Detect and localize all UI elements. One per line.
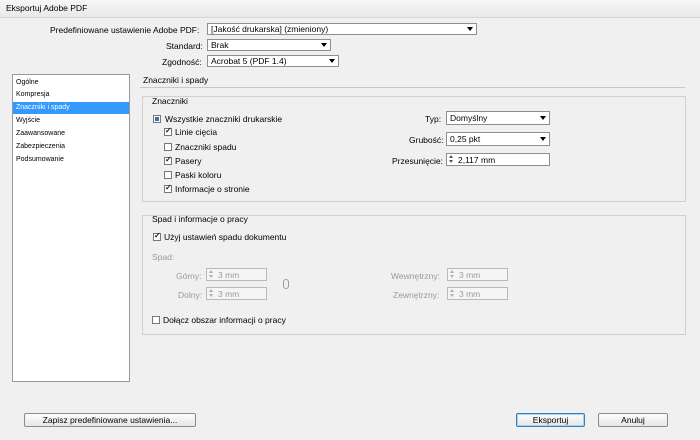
type-value: Domyślny (450, 113, 488, 123)
bleed-label: Spad: (152, 252, 175, 262)
offset-label: Przesunięcie: (392, 156, 444, 166)
bleed-group-title: Spad i informacje o pracy (152, 214, 248, 224)
inside-bleed-label: Wewnętrzny: (391, 271, 440, 281)
sidebar-item-summary[interactable]: Podsumowanie (13, 154, 129, 166)
weight-label: Grubość: (409, 135, 444, 145)
chevron-down-icon (540, 137, 546, 141)
all-marks-checkbox[interactable] (153, 115, 161, 123)
sidebar-item-compression[interactable]: Kompresja (13, 89, 129, 101)
crop-marks-checkbox[interactable] (164, 126, 172, 136)
panel-title: Znaczniki i spady (143, 75, 209, 85)
bottom-bleed-label: Dolny: (178, 290, 203, 300)
spinner-icon[interactable] (449, 289, 455, 298)
standard-label: Standard: (166, 41, 203, 51)
spinner-icon[interactable] (448, 155, 454, 164)
spinner-icon[interactable] (208, 270, 214, 279)
page-info-checkbox[interactable] (164, 183, 172, 193)
bleed-marks-label: Znaczniki spadu (175, 142, 237, 152)
color-bars-checkbox[interactable] (164, 171, 172, 179)
sidebar-item-advanced[interactable]: Zaawansowane (13, 128, 129, 140)
compat-dropdown[interactable]: Acrobat 5 (PDF 1.4) (207, 55, 339, 67)
bleed-marks-checkbox[interactable] (164, 143, 172, 151)
color-bars-label: Paski koloru (175, 170, 222, 180)
standard-value: Brak (211, 40, 229, 50)
spinner-icon[interactable] (449, 270, 455, 279)
outside-bleed-input[interactable]: 3 mm (447, 287, 508, 300)
standard-dropdown[interactable]: Brak (207, 39, 331, 51)
outside-bleed-label: Zewnętrzny: (393, 290, 440, 300)
category-list[interactable]: Ogólne Kompresja Znaczniki i spady Wyjśc… (12, 74, 130, 382)
compat-label: Zgodność: (162, 57, 202, 67)
slug-area-label: Dołącz obszar informacji o pracy (163, 315, 286, 325)
type-label: Typ: (425, 114, 442, 124)
marks-group-title: Znaczniki (152, 96, 188, 106)
chevron-down-icon (540, 116, 546, 120)
sidebar-item-output[interactable]: Wyjście (13, 115, 129, 127)
slug-area-checkbox[interactable] (152, 316, 160, 324)
top-bleed-value: 3 mm (218, 270, 240, 280)
type-dropdown[interactable]: Domyślny (446, 111, 550, 125)
weight-value: 0,25 pkt (450, 134, 481, 144)
use-doc-bleed-label: Użyj ustawień spadu dokumentu (164, 232, 287, 242)
window-title: Eksportuj Adobe PDF (6, 3, 88, 13)
top-bleed-label: Górny: (176, 271, 202, 281)
all-marks-label: Wszystkie znaczniki drukarskie (165, 114, 283, 124)
divider (140, 87, 685, 88)
offset-value: 2,117 mm (458, 155, 496, 165)
use-doc-bleed-checkbox[interactable] (153, 231, 161, 241)
offset-input[interactable]: 2,117 mm (446, 153, 550, 166)
title-bar: Eksportuj Adobe PDF (0, 0, 700, 18)
page-info-label: Informacje o stronie (175, 184, 250, 194)
cancel-button[interactable]: Anuluj (598, 413, 668, 427)
sidebar-item-general[interactable]: Ogólne (13, 77, 129, 89)
inside-bleed-value: 3 mm (459, 270, 481, 280)
top-bleed-input[interactable]: 3 mm (206, 268, 267, 281)
sidebar-item-marks-bleeds[interactable]: Znaczniki i spady (13, 102, 129, 114)
inside-bleed-input[interactable]: 3 mm (447, 268, 508, 281)
sidebar-item-security[interactable]: Zabezpieczenia (13, 141, 129, 153)
bottom-bleed-value: 3 mm (218, 289, 240, 299)
chain-link-icon[interactable] (283, 279, 289, 289)
outside-bleed-value: 3 mm (459, 289, 481, 299)
chevron-down-icon (329, 59, 335, 63)
preset-label: Predefiniowane ustawienie Adobe PDF: (50, 25, 200, 35)
registration-marks-label: Pasery (175, 156, 202, 166)
spinner-icon[interactable] (208, 289, 214, 298)
crop-marks-label: Linie cięcia (175, 127, 218, 137)
chevron-down-icon (321, 43, 327, 47)
bottom-bleed-input[interactable]: 3 mm (206, 287, 267, 300)
weight-dropdown[interactable]: 0,25 pkt (446, 132, 550, 146)
registration-marks-checkbox[interactable] (164, 155, 172, 165)
preset-value: [Jakość drukarska] (zmieniony) (211, 24, 329, 34)
preset-dropdown[interactable]: [Jakość drukarska] (zmieniony) (207, 23, 477, 35)
save-preset-button[interactable]: Zapisz predefiniowane ustawienia... (24, 413, 196, 427)
compat-value: Acrobat 5 (PDF 1.4) (211, 56, 287, 66)
export-button[interactable]: Eksportuj (516, 413, 585, 427)
chevron-down-icon (467, 27, 473, 31)
